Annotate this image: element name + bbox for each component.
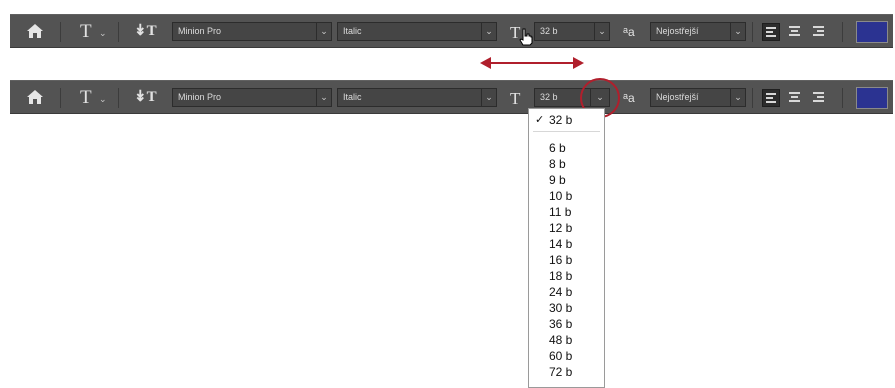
font-style-select[interactable]: Italic ⌄	[337, 22, 497, 41]
chevron-down-icon[interactable]: ⌄	[99, 29, 107, 38]
align-center-icon[interactable]	[786, 89, 804, 107]
chevron-down-icon[interactable]: ⌄	[481, 89, 496, 106]
chevron-down-icon[interactable]: ⌄	[99, 95, 107, 104]
type-tool-icon[interactable]: T	[80, 88, 92, 107]
font-size-option-label: 9 b	[549, 173, 566, 187]
aa-glyph-small: a	[628, 25, 635, 39]
menu-divider	[533, 131, 600, 132]
font-style-value: Italic	[343, 92, 362, 102]
font-size-menu: ✓ 32 b 6 b 8 b 9 b 10 b 11 b 12 b 14 b 1…	[528, 108, 605, 388]
anti-alias-value: Nejostřejší	[656, 92, 699, 102]
separator	[752, 22, 753, 42]
chevron-down-icon[interactable]: ⌄	[316, 23, 331, 40]
home-button[interactable]	[26, 89, 44, 105]
separator	[752, 88, 753, 108]
separator	[842, 88, 843, 108]
font-size-option-label: 16 b	[549, 253, 573, 267]
separator	[118, 88, 119, 108]
font-size-option[interactable]: 48 b	[529, 332, 604, 348]
chevron-down-icon[interactable]: ⌄	[730, 89, 745, 106]
home-icon	[27, 24, 43, 38]
font-size-option[interactable]: 36 b	[529, 316, 604, 332]
font-size-option-label: 11 b	[549, 205, 572, 219]
anti-alias-select[interactable]: Nejostřejší ⌄	[650, 88, 746, 107]
anti-alias-select[interactable]: Nejostřejší ⌄	[650, 22, 746, 41]
font-size-option[interactable]: 18 b	[529, 268, 604, 284]
text-color-swatch[interactable]	[856, 21, 888, 43]
type-tool-icon[interactable]: T	[80, 22, 92, 41]
separator	[118, 22, 119, 42]
font-size-option-label: 72 b	[549, 365, 573, 379]
font-size-value: 32 b	[540, 92, 558, 102]
font-size-field[interactable]: 32 b ⌄	[534, 22, 610, 41]
font-size-option-label: 60 b	[549, 349, 573, 363]
font-size-option-label: 24 b	[549, 285, 573, 299]
font-family-value: Minion Pro	[178, 26, 222, 36]
font-size-option[interactable]: 14 b	[529, 236, 604, 252]
font-size-option-label: 8 b	[549, 157, 566, 171]
font-family-select[interactable]: Minion Pro ⌄	[172, 22, 332, 41]
separator	[60, 22, 61, 42]
chevron-down-icon[interactable]: ⌄	[594, 23, 609, 40]
font-size-option-label: 32 b	[549, 113, 573, 127]
font-style-select[interactable]: Italic ⌄	[337, 88, 497, 107]
text-orientation-icon[interactable]: ↡T	[134, 90, 157, 105]
separator	[842, 22, 843, 42]
checkmark-icon: ✓	[535, 114, 545, 126]
double-arrow-icon	[480, 57, 584, 69]
text-orientation-icon[interactable]: ↡T	[134, 24, 157, 39]
font-style-value: Italic	[343, 26, 362, 36]
chevron-down-icon[interactable]: ⌄	[730, 23, 745, 40]
home-icon	[27, 90, 43, 104]
align-left-icon[interactable]	[762, 23, 780, 41]
font-size-option[interactable]: 11 b	[529, 204, 604, 220]
font-size-option-label: 18 b	[549, 269, 573, 283]
chevron-down-icon[interactable]: ⌄	[481, 23, 496, 40]
options-bar-after: T ⌄ ↡T Minion Pro ⌄ Italic ⌄ T 32 b ⌄ aa…	[10, 80, 893, 114]
font-family-select[interactable]: Minion Pro ⌄	[172, 88, 332, 107]
font-size-option[interactable]: 30 b	[529, 300, 604, 316]
font-size-option[interactable]: 16 b	[529, 252, 604, 268]
anti-alias-value: Nejostřejší	[656, 26, 699, 36]
font-size-icon: T	[510, 89, 521, 108]
font-size-option-selected[interactable]: ✓ 32 b	[529, 112, 604, 128]
font-size-option-label: 6 b	[549, 141, 566, 155]
align-center-icon[interactable]	[786, 23, 804, 41]
text-color-swatch[interactable]	[856, 87, 888, 109]
anti-alias-icon: aa	[623, 91, 635, 105]
aa-glyph-small: a	[628, 91, 635, 105]
font-size-option-label: 14 b	[549, 237, 573, 251]
font-size-option[interactable]: 6 b	[529, 140, 604, 156]
align-left-icon[interactable]	[762, 89, 780, 107]
font-size-option-label: 10 b	[549, 189, 573, 203]
align-right-icon[interactable]	[810, 89, 828, 107]
font-size-option[interactable]: 10 b	[529, 188, 604, 204]
anti-alias-icon: aa	[623, 25, 635, 39]
font-size-option[interactable]: 12 b	[529, 220, 604, 236]
home-button[interactable]	[26, 23, 44, 39]
align-right-icon[interactable]	[810, 23, 828, 41]
separator	[60, 88, 61, 108]
font-size-option[interactable]: 24 b	[529, 284, 604, 300]
font-size-option[interactable]: 60 b	[529, 348, 604, 364]
font-family-value: Minion Pro	[178, 92, 222, 102]
font-size-option-label: 12 b	[549, 221, 573, 235]
chevron-down-icon[interactable]: ⌄	[316, 89, 331, 106]
options-bar-before: T ⌄ ↡T Minion Pro ⌄ Italic ⌄ T 32 b ⌄ aa…	[10, 14, 893, 48]
mouse-hand-cursor-icon	[518, 28, 534, 51]
font-size-option-label: 48 b	[549, 333, 573, 347]
font-size-option-label: 36 b	[549, 317, 573, 331]
font-size-option-label: 30 b	[549, 301, 573, 315]
font-size-value: 32 b	[540, 26, 558, 36]
font-size-option[interactable]: 8 b	[529, 156, 604, 172]
font-size-option[interactable]: 72 b	[529, 364, 604, 380]
font-size-option[interactable]: 9 b	[529, 172, 604, 188]
